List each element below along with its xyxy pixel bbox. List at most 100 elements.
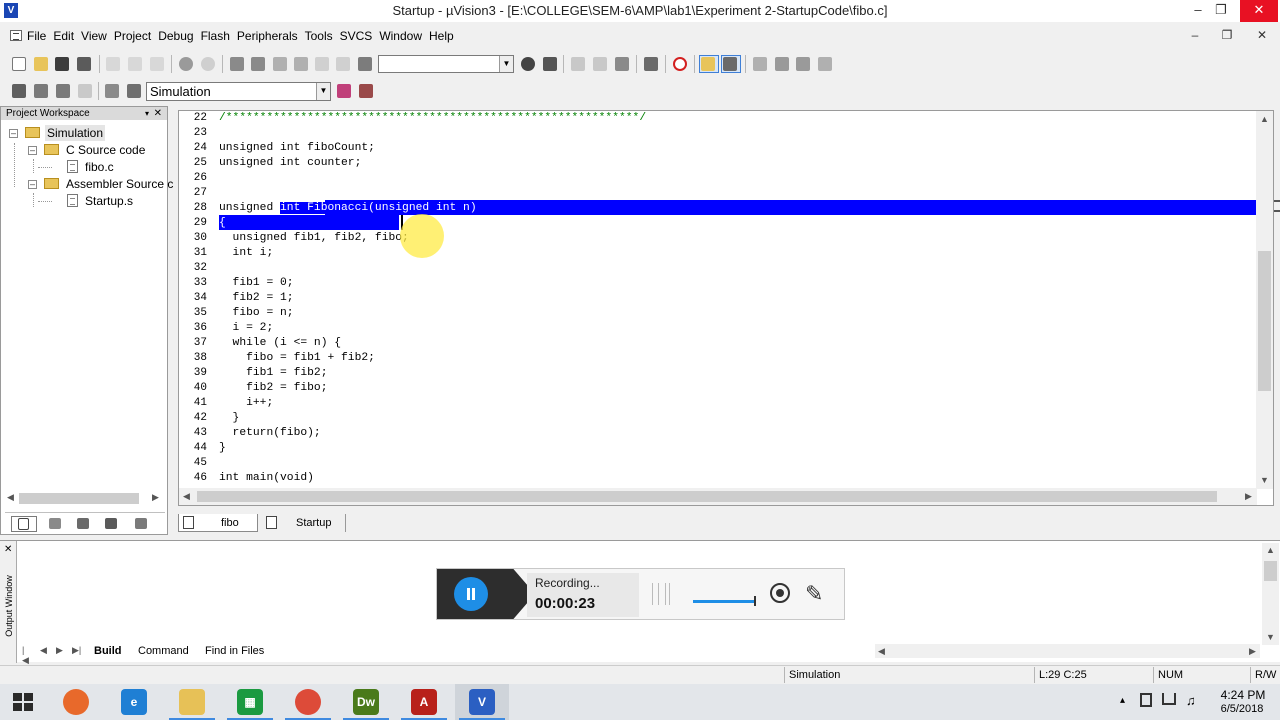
code-line[interactable]: unsigned int fiboCount; [219, 141, 375, 156]
code-line[interactable]: fibo = fib1 + fib2; [219, 351, 375, 366]
code-line[interactable]: i++; [219, 396, 273, 411]
close-button[interactable]: ✕ [1240, 0, 1278, 22]
configuration-icon[interactable] [817, 56, 833, 72]
menu-debug[interactable]: Debug [158, 29, 199, 43]
webcam-icon[interactable] [770, 583, 790, 603]
save-icon[interactable] [54, 56, 70, 72]
tab-command[interactable]: Command [138, 643, 189, 659]
books-tab-icon[interactable] [71, 516, 97, 532]
target-select[interactable]: Simulation ▼ [146, 82, 331, 101]
scroll-left-icon[interactable]: ◀ [878, 646, 885, 657]
logic-analyzer-icon[interactable] [795, 56, 811, 72]
templates-tab-icon[interactable] [129, 516, 155, 532]
scroll-left-icon[interactable]: ◀ [183, 491, 190, 502]
bookmark-toggle-icon[interactable] [272, 56, 288, 72]
taskbar-firefox-button[interactable] [49, 684, 103, 720]
collapse-icon[interactable]: – [28, 146, 37, 155]
code-line[interactable]: fib2 = 1; [219, 291, 294, 306]
drag-handle-icon[interactable] [652, 583, 670, 605]
menu-flash[interactable]: Flash [201, 29, 236, 43]
split-handle-icon[interactable] [1274, 200, 1280, 212]
taskbar-acrobat-button[interactable]: A [397, 684, 451, 720]
menu-svcs[interactable]: SVCS [340, 29, 379, 43]
new-file-icon[interactable] [11, 56, 27, 72]
code-line[interactable]: unsigned int counter; [219, 156, 361, 171]
tab-last-icon[interactable]: ▶| [72, 645, 81, 656]
scroll-left-icon[interactable]: ◀ [7, 492, 14, 503]
components-icon[interactable] [336, 83, 352, 99]
menu-peripherals[interactable]: Peripherals [237, 29, 304, 43]
chevron-down-icon[interactable]: ▼ [499, 56, 513, 72]
pin-icon[interactable]: ▾ [145, 107, 149, 120]
print-icon[interactable] [643, 56, 659, 72]
network-icon[interactable] [1162, 693, 1176, 705]
tab-fibo[interactable]: fibo [178, 514, 258, 532]
pen-icon[interactable]: ✎ [805, 581, 823, 607]
maximize-button[interactable]: ❐ [1204, 0, 1238, 22]
scroll-down-icon[interactable]: ▼ [1266, 632, 1275, 642]
document-menu-icon[interactable] [10, 30, 22, 41]
code-editor[interactable]: 22 23 24 25 26 27 28 29 30 31 32 33 34 35 36 37 38 39 40 41… [178, 110, 1274, 506]
code-line[interactable]: fibo = n; [219, 306, 294, 321]
build-icon[interactable] [33, 83, 49, 99]
redo-icon[interactable] [200, 56, 216, 72]
battery-icon[interactable] [1140, 693, 1152, 707]
workspace-horizontal-scrollbar[interactable]: ◀ ▶ [5, 491, 163, 506]
scroll-thumb[interactable] [19, 493, 139, 504]
copy-icon[interactable] [127, 56, 143, 72]
code-line[interactable]: } [219, 411, 240, 426]
bookmark-clear-icon[interactable] [335, 56, 351, 72]
source-browser-icon[interactable] [614, 56, 630, 72]
stop-build-icon[interactable] [77, 83, 93, 99]
taskbar-internet-explorer-button[interactable]: e [107, 684, 161, 720]
scroll-thumb[interactable] [1258, 251, 1271, 391]
scroll-up-icon[interactable]: ▲ [1266, 545, 1275, 555]
scroll-up-icon[interactable]: ▲ [1260, 114, 1269, 124]
document-minimize-button[interactable]: – [1183, 28, 1207, 44]
menu-project[interactable]: Project [114, 29, 157, 43]
registers-tab-icon[interactable] [43, 516, 69, 532]
collapse-icon[interactable]: – [9, 129, 18, 138]
taskbar-file-explorer-button[interactable] [165, 684, 219, 720]
code-line[interactable]: unsigned int Fibonacci(unsigned int n) [219, 201, 477, 216]
clock-time[interactable]: 4:24 PM [1218, 688, 1268, 702]
functions-tab-icon[interactable] [99, 516, 125, 532]
output-close-icon[interactable]: ✕ [4, 544, 12, 555]
taskbar-chrome-button[interactable] [281, 684, 335, 720]
document-close-button[interactable]: ✕ [1250, 28, 1274, 44]
code-line[interactable]: fib1 = fib2; [219, 366, 327, 381]
scroll-right-icon[interactable]: ▶ [1249, 646, 1256, 657]
taskbar-uvision-button[interactable]: V [455, 684, 509, 720]
hand-icon[interactable] [752, 56, 768, 72]
code-line[interactable]: while (i <= n) { [219, 336, 341, 351]
taskbar-store-button[interactable]: ▦ [223, 684, 277, 720]
clock-date[interactable]: 6/5/2018 [1212, 703, 1272, 715]
open-folder-icon[interactable] [33, 56, 49, 72]
menu-view[interactable]: View [81, 29, 113, 43]
code-line[interactable]: } [219, 441, 226, 456]
code-line[interactable]: unsigned fib1, fib2, fibo; [219, 231, 409, 246]
performance-analyzer-icon[interactable] [774, 56, 790, 72]
scroll-thumb[interactable] [197, 491, 1217, 502]
code-line[interactable]: fib2 = fibo; [219, 381, 327, 396]
bookmark-prev-icon[interactable] [293, 56, 309, 72]
code-line[interactable]: i = 2; [219, 321, 274, 336]
output-horizontal-scrollbar[interactable]: ◀ ▶ [875, 644, 1260, 658]
code-line[interactable]: return(fibo); [219, 426, 321, 441]
code-line[interactable]: /***************************************… [219, 111, 646, 126]
navigate-forward-icon[interactable] [592, 56, 608, 72]
code-line[interactable]: int i; [219, 246, 274, 261]
menu-file[interactable]: File [27, 29, 52, 43]
find-combo[interactable]: ▼ [378, 55, 514, 73]
tab-find-in-files[interactable]: Find in Files [205, 643, 264, 659]
output-window-toggle-icon[interactable] [721, 55, 741, 73]
incremental-find-icon[interactable] [542, 56, 558, 72]
debug-session-icon[interactable] [672, 56, 688, 72]
tray-overflow-icon[interactable]: ▴ [1120, 695, 1125, 706]
scroll-right-icon[interactable]: ▶ [1245, 491, 1252, 502]
unindent-icon[interactable] [250, 56, 266, 72]
scroll-down-icon[interactable]: ▼ [1260, 475, 1269, 485]
document-restore-button[interactable]: ❐ [1215, 28, 1239, 44]
chevron-down-icon[interactable]: ▼ [316, 83, 330, 100]
output-vertical-scrollbar[interactable]: ▲ ▼ [1262, 543, 1279, 645]
